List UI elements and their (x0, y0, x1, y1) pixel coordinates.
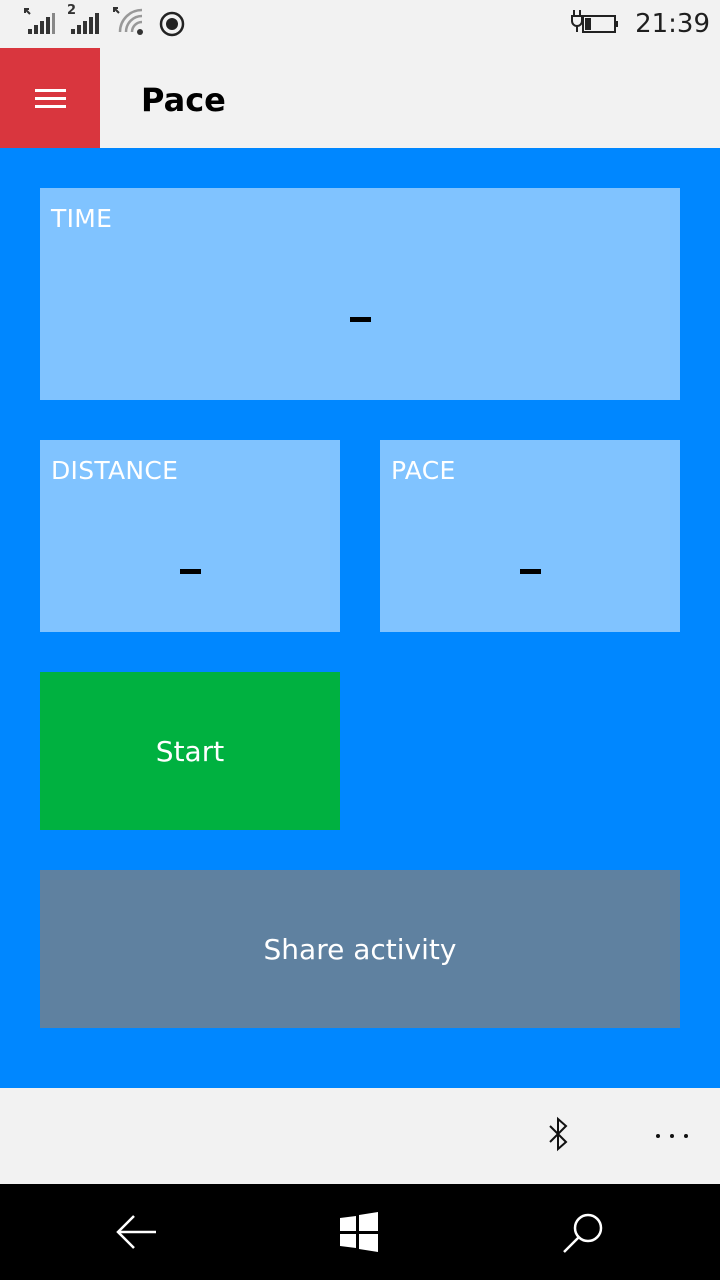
back-icon[interactable] (112, 1212, 160, 1252)
hamburger-icon (35, 89, 66, 92)
more-icon[interactable] (652, 1128, 692, 1144)
search-icon[interactable] (560, 1210, 608, 1256)
distance-label: DISTANCE (51, 456, 179, 485)
page-title: Pace (141, 81, 226, 119)
time-tile: TIME – (40, 188, 680, 400)
battery-charging-icon (571, 10, 618, 33)
signal-icon (24, 8, 55, 34)
location-icon (159, 11, 185, 37)
time-label: TIME (51, 204, 113, 233)
wifi-icon (113, 7, 143, 35)
distance-value (180, 569, 201, 574)
time-value (350, 317, 371, 322)
distance-tile: DISTANCE – (40, 440, 340, 632)
start-button[interactable]: Start (40, 672, 340, 830)
status-time: 21:39 (635, 9, 710, 39)
sim2-label: 2 (67, 3, 77, 18)
pace-value (520, 569, 541, 574)
windows-icon[interactable] (338, 1212, 380, 1252)
app-bar (0, 1088, 720, 1184)
bluetooth-icon[interactable] (544, 1115, 574, 1155)
status-bar: 2 21:39 (0, 0, 720, 48)
main-content: TIME – DISTANCE – PACE – Start Share act… (0, 148, 720, 1088)
hamburger-menu-button[interactable] (0, 48, 100, 148)
pace-label: PACE (391, 456, 456, 485)
app-header: Pace (0, 48, 720, 148)
navigation-bar (0, 1184, 720, 1280)
pace-tile: PACE – (380, 440, 680, 632)
share-activity-button[interactable]: Share activity (40, 870, 680, 1028)
